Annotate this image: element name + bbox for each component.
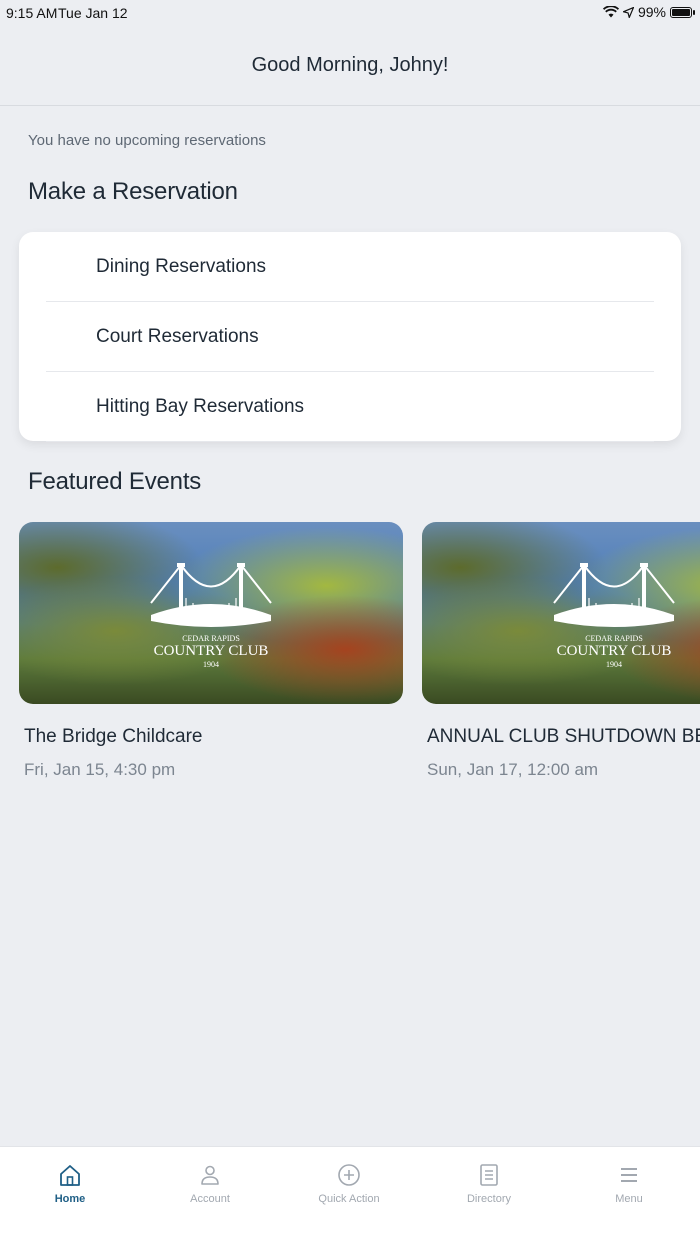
status-date: Tue Jan 12 bbox=[58, 5, 128, 21]
dining-reservations-item[interactable]: Dining Reservations bbox=[46, 232, 654, 302]
tab-directory-label: Directory bbox=[466, 1193, 511, 1205]
dining-reservations-label: Dining Reservations bbox=[96, 255, 267, 277]
wifi-icon bbox=[602, 6, 619, 18]
tab-menu[interactable]: Menu bbox=[579, 1163, 679, 1205]
tab-bar: Home Account Quick Action Directory Menu bbox=[0, 1146, 700, 1244]
featured-events-title: Featured Events bbox=[28, 468, 202, 495]
featured-events-carousel[interactable]: CEDAR RAPIDS COUNTRY CLUB 1904 The Bridg… bbox=[0, 522, 700, 792]
status-time: 9:15 AM bbox=[6, 5, 58, 21]
event-title: ANNUAL CLUB SHUTDOWN BEGINS bbox=[427, 726, 700, 747]
tab-account[interactable]: Account bbox=[160, 1163, 260, 1205]
club-logo: CEDAR RAPIDS COUNTRY CLUB 1904 bbox=[553, 563, 675, 669]
tab-directory[interactable]: Directory bbox=[439, 1163, 539, 1205]
tab-quick-action-label: Quick Action bbox=[318, 1193, 380, 1205]
header: Good Morning, Johny! bbox=[0, 26, 700, 106]
location-arrow-icon bbox=[622, 6, 634, 18]
page-title: Good Morning, Johny! bbox=[251, 54, 449, 76]
hitting-bay-reservations-label: Hitting Bay Reservations bbox=[96, 395, 305, 417]
event-title: The Bridge Childcare bbox=[24, 726, 203, 747]
event-date: Sun, Jan 17, 12:00 am bbox=[427, 760, 599, 779]
logo-main-text: COUNTRY CLUB bbox=[154, 643, 269, 659]
no-reservations-message: You have no upcoming reservations bbox=[28, 132, 266, 149]
event-card[interactable]: CEDAR RAPIDS COUNTRY CLUB 1904 The Bridg… bbox=[19, 522, 403, 780]
make-reservation-title: Make a Reservation bbox=[28, 178, 238, 205]
document-list-icon bbox=[480, 1164, 498, 1186]
tab-menu-label: Menu bbox=[615, 1193, 643, 1205]
event-image: CEDAR RAPIDS COUNTRY CLUB 1904 bbox=[19, 522, 403, 704]
battery-percent: 99% bbox=[637, 4, 666, 20]
user-icon bbox=[201, 1165, 219, 1185]
club-logo: CEDAR RAPIDS COUNTRY CLUB 1904 bbox=[150, 563, 272, 669]
logo-top-text: CEDAR RAPIDS bbox=[585, 634, 643, 643]
status-indicators: 99% bbox=[602, 4, 695, 20]
logo-year-text: 1904 bbox=[606, 660, 622, 669]
logo-main-text: COUNTRY CLUB bbox=[557, 643, 672, 659]
court-reservations-item[interactable]: Court Reservations bbox=[46, 302, 654, 372]
court-reservations-label: Court Reservations bbox=[96, 325, 259, 347]
hamburger-icon bbox=[621, 1168, 637, 1182]
status-bar: 9:15 AM Tue Jan 12 99% bbox=[0, 0, 700, 26]
event-date: Fri, Jan 15, 4:30 pm bbox=[24, 760, 176, 779]
logo-top-text: CEDAR RAPIDS bbox=[182, 634, 240, 643]
tab-account-label: Account bbox=[190, 1193, 230, 1205]
plus-circle-icon bbox=[338, 1164, 360, 1186]
logo-year-text: 1904 bbox=[203, 660, 219, 669]
tab-home-label: Home bbox=[54, 1193, 86, 1205]
reservation-card: Dining Reservations Court Reservations H… bbox=[19, 232, 681, 442]
battery-icon bbox=[670, 6, 695, 18]
event-card[interactable]: CEDAR RAPIDS COUNTRY CLUB 1904 ANNUAL CL… bbox=[422, 522, 700, 780]
tab-home[interactable]: Home bbox=[20, 1163, 120, 1205]
tab-quick-action[interactable]: Quick Action bbox=[299, 1163, 399, 1205]
hitting-bay-reservations-item[interactable]: Hitting Bay Reservations bbox=[46, 372, 654, 442]
home-icon bbox=[60, 1165, 80, 1186]
event-image: CEDAR RAPIDS COUNTRY CLUB 1904 bbox=[422, 522, 700, 704]
